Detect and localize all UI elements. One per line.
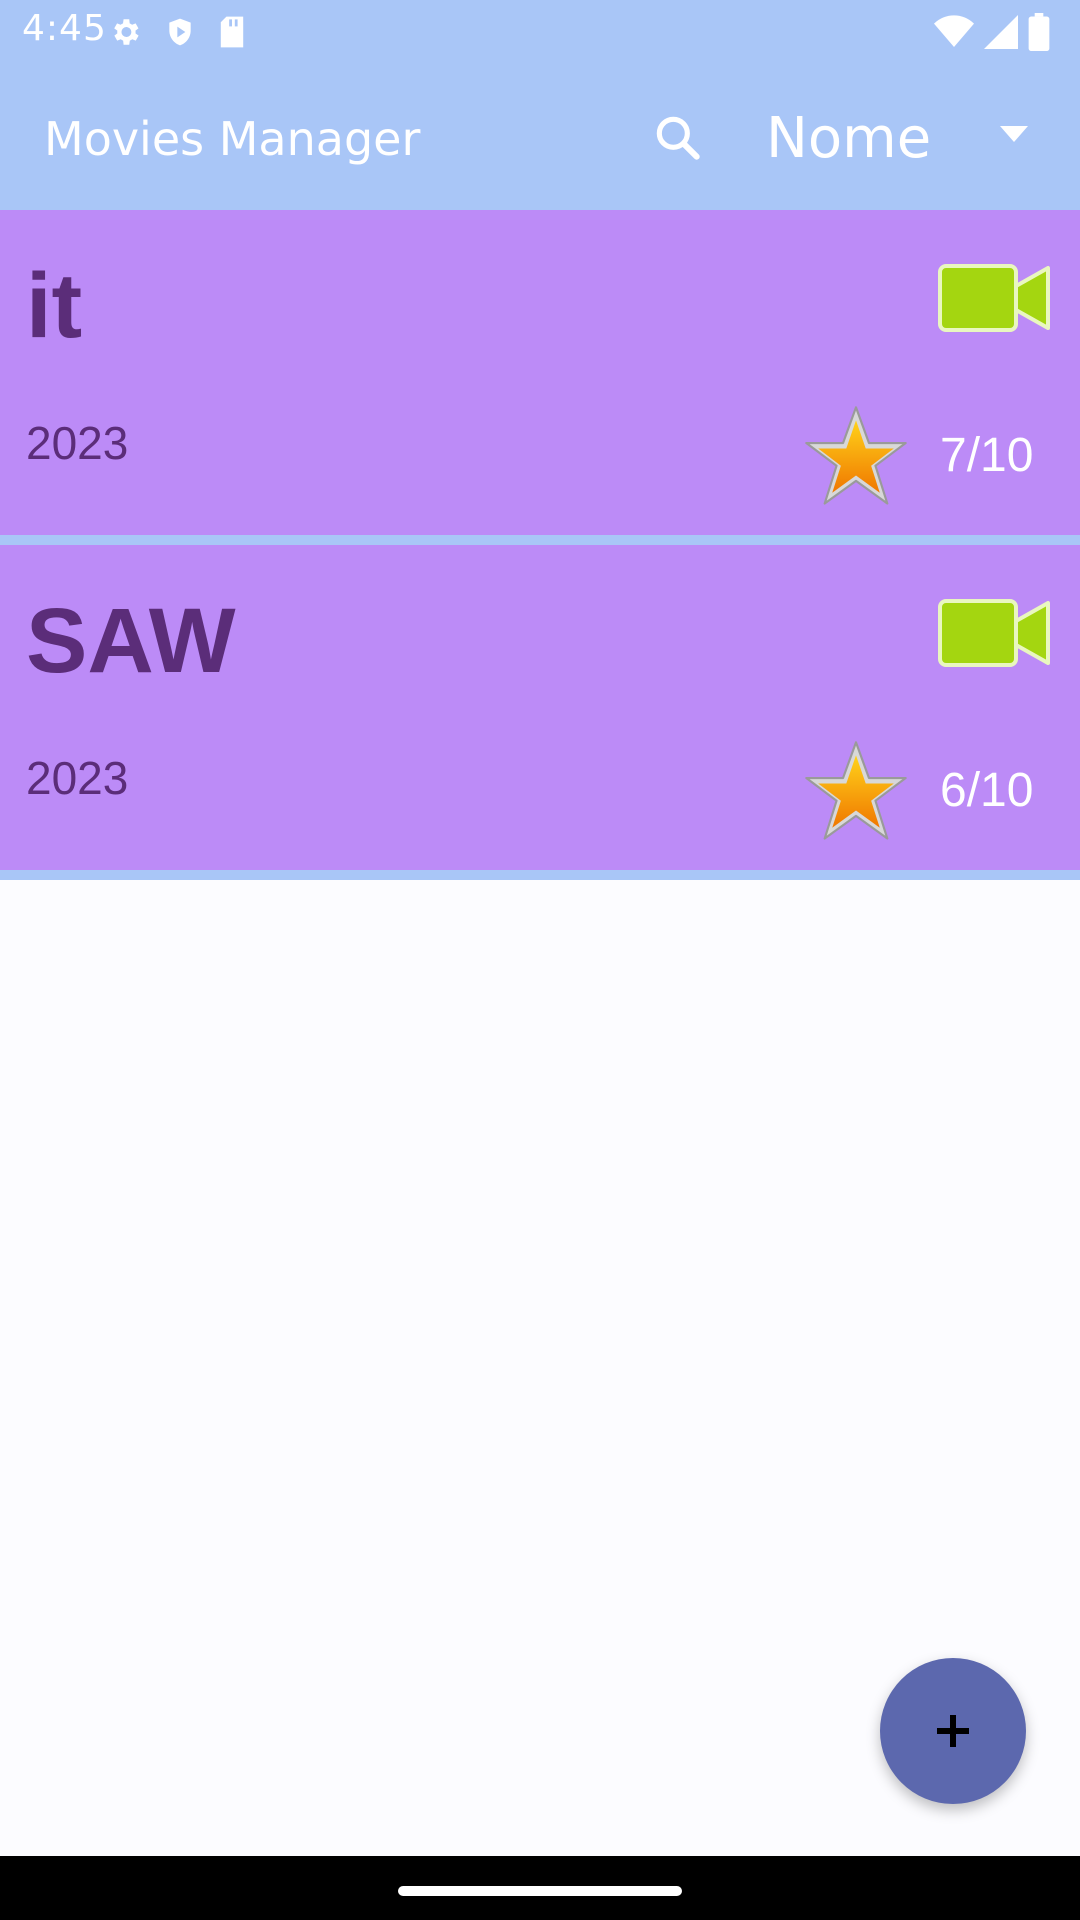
home-gesture-handle[interactable] <box>398 1886 682 1896</box>
sort-selected-value: Nome <box>766 106 932 171</box>
app-bar: Movies Manager Nome <box>0 66 1080 210</box>
status-bar: 4:45 <box>0 0 1080 66</box>
status-left-icons <box>108 12 246 52</box>
movie-year: 2023 <box>26 752 129 804</box>
movie-title: SAW <box>26 590 236 692</box>
status-right-icons <box>934 12 1050 52</box>
movie-card[interactable]: SAW 2023 6/10 <box>0 545 1080 880</box>
shield-icon <box>169 18 191 46</box>
status-time: 4:45 <box>22 8 107 49</box>
plus-icon <box>937 1715 969 1747</box>
app-title: Movies Manager <box>44 112 421 166</box>
movie-list: it 2023 7/10 SAW 2023 6/10 <box>0 210 1080 880</box>
movie-rating: 6/10 <box>940 764 1034 817</box>
dropdown-arrow-icon <box>1000 126 1028 142</box>
star-icon <box>805 741 907 840</box>
search-icon[interactable] <box>650 110 706 166</box>
movie-card[interactable]: it 2023 7/10 <box>0 210 1080 545</box>
signal-icon <box>984 15 1018 49</box>
sd-card-icon <box>220 16 244 48</box>
wifi-icon <box>934 15 974 47</box>
video-camera-icon <box>938 599 1050 667</box>
star-icon <box>805 406 907 505</box>
movie-year: 2023 <box>26 417 129 469</box>
movie-rating: 7/10 <box>940 429 1034 482</box>
video-camera-icon <box>938 264 1050 332</box>
navigation-bar <box>0 1856 1080 1920</box>
sort-dropdown[interactable]: Nome <box>760 96 1060 180</box>
settings-icon <box>114 19 139 45</box>
movie-title: it <box>26 255 83 357</box>
add-movie-button[interactable] <box>880 1658 1026 1804</box>
battery-icon <box>1028 13 1050 51</box>
